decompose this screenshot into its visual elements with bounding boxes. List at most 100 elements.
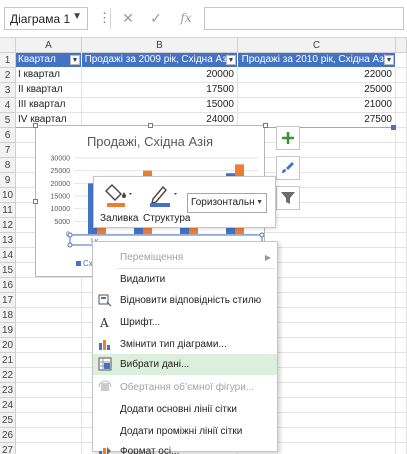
- resize-handle-tr[interactable]: [263, 123, 268, 128]
- row-header[interactable]: 12: [0, 218, 16, 233]
- table-header-cell[interactable]: Продажі за 2010 рік, Східна Азія ▼: [238, 53, 396, 68]
- enter-icon[interactable]: ✓: [144, 7, 168, 30]
- empty-cell[interactable]: [396, 428, 407, 443]
- table-resize-handle[interactable]: [391, 125, 396, 130]
- empty-cell[interactable]: [16, 338, 82, 353]
- empty-cell[interactable]: [16, 353, 82, 368]
- row-header[interactable]: 19: [0, 323, 16, 338]
- empty-cell[interactable]: [16, 308, 82, 323]
- row-header[interactable]: 1: [0, 53, 16, 68]
- empty-cell[interactable]: [396, 68, 407, 83]
- empty-cell[interactable]: [16, 383, 82, 398]
- menu-item[interactable]: A Шрифт...: [93, 312, 277, 333]
- column-header-c[interactable]: C: [238, 38, 396, 53]
- menu-item[interactable]: Вибрати дані...: [93, 354, 277, 375]
- row-header[interactable]: 15: [0, 263, 16, 278]
- empty-cell[interactable]: [396, 398, 407, 413]
- empty-cell[interactable]: [16, 323, 82, 338]
- row-header[interactable]: 20: [0, 338, 16, 353]
- menu-item[interactable]: Змінити тип діаграми...: [93, 334, 277, 355]
- row-header[interactable]: 6: [0, 128, 16, 143]
- empty-cell[interactable]: [396, 188, 407, 203]
- table-cell[interactable]: 21000: [238, 98, 396, 113]
- column-header-next[interactable]: [396, 38, 407, 53]
- empty-cell[interactable]: [396, 338, 407, 353]
- empty-cell[interactable]: [16, 368, 82, 383]
- row-header[interactable]: 16: [0, 278, 16, 293]
- empty-cell[interactable]: [396, 173, 407, 188]
- cancel-icon[interactable]: ✕: [116, 7, 140, 30]
- table-cell[interactable]: III квартал: [16, 98, 82, 113]
- empty-cell[interactable]: [396, 203, 407, 218]
- table-cell[interactable]: 17500: [82, 83, 238, 98]
- axis-selection-handle[interactable]: [259, 232, 264, 238]
- row-header[interactable]: 14: [0, 248, 16, 263]
- menu-item[interactable]: Формат осі...: [93, 441, 277, 454]
- menu-item[interactable]: Видалити: [93, 269, 277, 290]
- axis-selection-handle[interactable]: [67, 242, 73, 248]
- row-header[interactable]: 2: [0, 68, 16, 83]
- empty-cell[interactable]: [396, 413, 407, 428]
- row-header[interactable]: 27: [0, 443, 16, 454]
- axis-selection-handle[interactable]: [67, 232, 73, 238]
- resize-handle-t[interactable]: [148, 123, 153, 128]
- menu-item[interactable]: Відновити відповідність стилю: [93, 290, 277, 311]
- empty-cell[interactable]: [396, 113, 407, 128]
- empty-cell[interactable]: [16, 428, 82, 443]
- insert-function-icon[interactable]: fx: [174, 7, 198, 30]
- row-header[interactable]: 23: [0, 383, 16, 398]
- column-header-a[interactable]: A: [16, 38, 82, 53]
- filter-dropdown-icon[interactable]: ▼: [384, 55, 394, 65]
- row-header[interactable]: 24: [0, 398, 16, 413]
- table-cell[interactable]: II квартал: [16, 83, 82, 98]
- empty-cell[interactable]: [16, 443, 82, 454]
- empty-cell[interactable]: [396, 143, 407, 158]
- table-cell[interactable]: 25000: [238, 83, 396, 98]
- outline-button[interactable]: Структура: [141, 179, 190, 227]
- table-cell[interactable]: I квартал: [16, 68, 82, 83]
- column-header-b[interactable]: B: [82, 38, 238, 53]
- fill-button[interactable]: Заливка: [98, 179, 139, 227]
- resize-handle-l[interactable]: [33, 199, 38, 204]
- chevron-down-icon[interactable]: ▼: [72, 11, 82, 22]
- empty-cell[interactable]: [396, 278, 407, 293]
- row-header[interactable]: 17: [0, 293, 16, 308]
- empty-cell[interactable]: [396, 158, 407, 173]
- chart-elements-button[interactable]: [276, 126, 300, 150]
- menu-item[interactable]: Додати проміжні лінії сітки: [93, 421, 277, 442]
- empty-cell[interactable]: [396, 53, 407, 68]
- filter-dropdown-icon[interactable]: ▼: [226, 55, 236, 65]
- empty-cell[interactable]: [16, 413, 82, 428]
- row-header[interactable]: 9: [0, 173, 16, 188]
- row-header[interactable]: 22: [0, 368, 16, 383]
- chart-element-select[interactable]: Горизонтальн ▼: [187, 193, 267, 213]
- empty-cell[interactable]: [396, 293, 407, 308]
- row-header[interactable]: 7: [0, 143, 16, 158]
- table-cell[interactable]: 22000: [238, 68, 396, 83]
- row-header[interactable]: 21: [0, 353, 16, 368]
- row-header[interactable]: 26: [0, 428, 16, 443]
- table-header-cell[interactable]: Квартал ▼: [16, 53, 82, 68]
- select-all-corner[interactable]: [0, 38, 16, 53]
- empty-cell[interactable]: [396, 128, 407, 143]
- empty-cell[interactable]: [16, 278, 82, 293]
- table-header-cell[interactable]: Продажі за 2009 рік, Східна Азія ▼: [82, 53, 238, 68]
- empty-cell[interactable]: [396, 383, 407, 398]
- empty-cell[interactable]: [396, 368, 407, 383]
- chart-filters-button[interactable]: [276, 186, 300, 210]
- row-header[interactable]: 3: [0, 83, 16, 98]
- table-cell[interactable]: 15000: [82, 98, 238, 113]
- filter-dropdown-icon[interactable]: ▼: [70, 55, 80, 65]
- chart-styles-button[interactable]: [276, 156, 300, 180]
- table-cell[interactable]: 20000: [82, 68, 238, 83]
- row-header[interactable]: 4: [0, 98, 16, 113]
- empty-cell[interactable]: [396, 218, 407, 233]
- empty-cell[interactable]: [396, 353, 407, 368]
- empty-cell[interactable]: [396, 263, 407, 278]
- empty-cell[interactable]: [16, 293, 82, 308]
- row-header[interactable]: 10: [0, 188, 16, 203]
- formula-input[interactable]: [204, 7, 404, 30]
- row-header[interactable]: 8: [0, 158, 16, 173]
- empty-cell[interactable]: [396, 443, 407, 454]
- row-header[interactable]: 13: [0, 233, 16, 248]
